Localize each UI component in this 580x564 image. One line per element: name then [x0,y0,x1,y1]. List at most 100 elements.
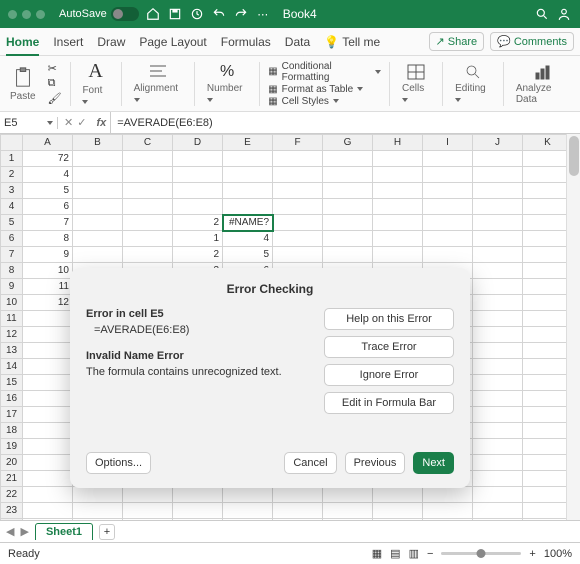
comments-button[interactable]: 💬 Comments [490,32,574,51]
cell[interactable]: 4 [23,167,73,183]
cell[interactable] [373,247,423,263]
cell[interactable] [323,231,373,247]
cell[interactable] [223,503,273,519]
zoom-in-icon[interactable]: + [529,548,535,560]
cell[interactable] [323,151,373,167]
col-header[interactable]: J [473,135,523,151]
cell[interactable] [173,151,223,167]
edit-in-formula-bar-button[interactable]: Edit in Formula Bar [324,392,454,414]
cell[interactable] [473,519,523,521]
cell[interactable] [73,231,123,247]
zoom-dot[interactable] [36,10,45,19]
cell[interactable] [473,151,523,167]
cell[interactable] [73,167,123,183]
cell[interactable]: 2 [173,215,223,231]
cell[interactable] [423,183,473,199]
format-painter-icon[interactable]: 🖌 [48,92,62,105]
paste-group[interactable]: Paste [6,65,40,102]
row-header[interactable]: 5 [1,215,23,231]
cell[interactable] [123,487,173,503]
tab-formulas[interactable]: Formulas [221,35,271,49]
minimize-dot[interactable] [22,10,31,19]
cell[interactable] [23,503,73,519]
row-header[interactable]: 14 [1,359,23,375]
row-header[interactable]: 18 [1,423,23,439]
cell[interactable]: 10 [23,263,73,279]
cell[interactable] [23,487,73,503]
cell[interactable] [73,503,123,519]
cell[interactable] [73,519,123,521]
cell[interactable] [273,487,323,503]
cell[interactable] [123,215,173,231]
cell[interactable] [473,279,523,295]
cell[interactable]: 2 [173,247,223,263]
cell[interactable] [73,215,123,231]
autosave-pill[interactable] [111,7,139,21]
cell[interactable] [273,231,323,247]
cell[interactable] [473,231,523,247]
row-header[interactable]: 17 [1,407,23,423]
cell[interactable] [473,391,523,407]
sheet-nav-next-icon[interactable]: ▶ [20,525,28,538]
cell[interactable]: 1 [173,231,223,247]
cells-group[interactable]: Cells [398,63,434,105]
cell[interactable]: 6 [23,199,73,215]
trace-error-button[interactable]: Trace Error [324,336,454,358]
zoom-slider[interactable] [441,552,521,555]
cell[interactable] [123,151,173,167]
cell[interactable] [473,503,523,519]
cell[interactable] [73,199,123,215]
cell[interactable] [473,455,523,471]
cell[interactable] [423,151,473,167]
cell[interactable] [223,199,273,215]
cell[interactable] [273,519,323,521]
cell-styles-button[interactable]: ▦ Cell Styles [268,96,381,107]
analyze-group[interactable]: Analyze Data [512,63,574,105]
cell[interactable] [373,215,423,231]
cell[interactable]: 9 [23,247,73,263]
cell[interactable] [473,327,523,343]
cell[interactable] [173,519,223,521]
cell[interactable] [23,375,73,391]
cell[interactable] [523,247,573,263]
cell[interactable] [23,407,73,423]
name-box[interactable]: E5 [0,117,58,129]
cell[interactable] [23,471,73,487]
cell[interactable] [523,311,573,327]
copy-icon[interactable]: ⧉ [48,77,62,90]
cell[interactable] [23,343,73,359]
row-header[interactable]: 16 [1,391,23,407]
autosave-toggle[interactable]: AutoSave [59,7,139,21]
cell[interactable] [523,375,573,391]
history-icon[interactable] [189,6,205,22]
row-header[interactable]: 24 [1,519,23,521]
cell[interactable] [473,199,523,215]
cell[interactable] [323,503,373,519]
row-header[interactable]: 10 [1,295,23,311]
tab-data[interactable]: Data [285,35,310,49]
ignore-error-button[interactable]: Ignore Error [324,364,454,386]
cell[interactable] [223,151,273,167]
save-icon[interactable] [167,6,183,22]
col-header[interactable]: G [323,135,373,151]
cell[interactable] [373,151,423,167]
cell[interactable] [323,199,373,215]
cell[interactable] [123,167,173,183]
row-header[interactable]: 19 [1,439,23,455]
cell[interactable] [473,407,523,423]
row-header[interactable]: 12 [1,327,23,343]
tab-tellme[interactable]: 💡 Tell me [324,35,380,49]
cell[interactable] [123,231,173,247]
cell[interactable] [323,487,373,503]
cell[interactable] [473,247,523,263]
col-header[interactable]: B [73,135,123,151]
cell[interactable] [473,423,523,439]
col-header[interactable]: C [123,135,173,151]
cell[interactable] [273,151,323,167]
cell[interactable] [423,215,473,231]
cell[interactable] [373,199,423,215]
cell[interactable] [523,423,573,439]
sheet-tab[interactable]: Sheet1 [35,523,93,540]
share-button[interactable]: ↗ Share [429,32,485,51]
alignment-group[interactable]: Alignment [130,63,186,105]
